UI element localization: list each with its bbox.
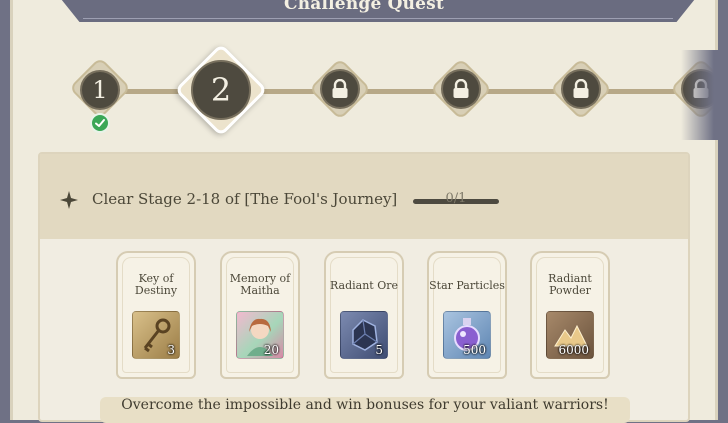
reward-card[interactable]: Memory of Maitha 20 — [220, 251, 300, 379]
step-1-label: 1 — [92, 76, 108, 104]
reward-card[interactable]: Star Particles 500 — [427, 251, 507, 379]
reward-card[interactable]: Key of Destiny 3 — [116, 251, 196, 379]
quest-progress-text: 0/1 — [445, 191, 467, 206]
reward-name: Radiant Powder — [548, 272, 592, 297]
reward-qty: 500 — [463, 343, 486, 357]
quest-title: Clear Stage 2-18 of [The Fool's Journey] — [92, 190, 398, 208]
reward-card[interactable]: Radiant Ore 5 — [324, 251, 404, 379]
quest-header: Clear Stage 2-18 of [The Fool's Journey]… — [40, 154, 688, 239]
reward-name: Radiant Ore — [330, 279, 398, 292]
reward-name: Key of Destiny — [134, 272, 178, 297]
step-1[interactable]: 1 — [68, 56, 132, 133]
portrait-icon: 20 — [236, 311, 284, 359]
step-3[interactable] — [308, 57, 372, 121]
reward-qty: 20 — [263, 343, 279, 357]
reward-name: Memory of Maitha — [229, 272, 291, 297]
lock-icon — [453, 79, 469, 98]
powder-icon: 6000 — [546, 311, 594, 359]
key-icon: 3 — [132, 311, 180, 359]
step-4[interactable] — [429, 57, 493, 121]
footer-text: Overcome the impossible and win bonuses … — [121, 397, 609, 413]
reward-name: Star Particles — [429, 279, 505, 292]
sparkle-icon — [60, 191, 78, 209]
potion-icon: 500 — [443, 311, 491, 359]
step-2[interactable]: 2 — [174, 42, 268, 138]
step-2-label: 2 — [210, 71, 232, 109]
reward-qty: 3 — [167, 343, 175, 357]
lock-icon — [573, 79, 589, 98]
check-icon — [90, 113, 110, 133]
page-title: Challenge Quest — [283, 0, 445, 14]
lock-icon — [332, 79, 348, 98]
reward-qty: 6000 — [558, 343, 589, 357]
footer-banner: Overcome the impossible and win bonuses … — [100, 397, 630, 423]
step-5[interactable] — [549, 57, 613, 121]
ore-icon: 5 — [340, 311, 388, 359]
stepper-fade — [681, 50, 728, 140]
reward-qty: 5 — [375, 343, 383, 357]
reward-card[interactable]: Radiant Powder 6000 — [530, 251, 610, 379]
